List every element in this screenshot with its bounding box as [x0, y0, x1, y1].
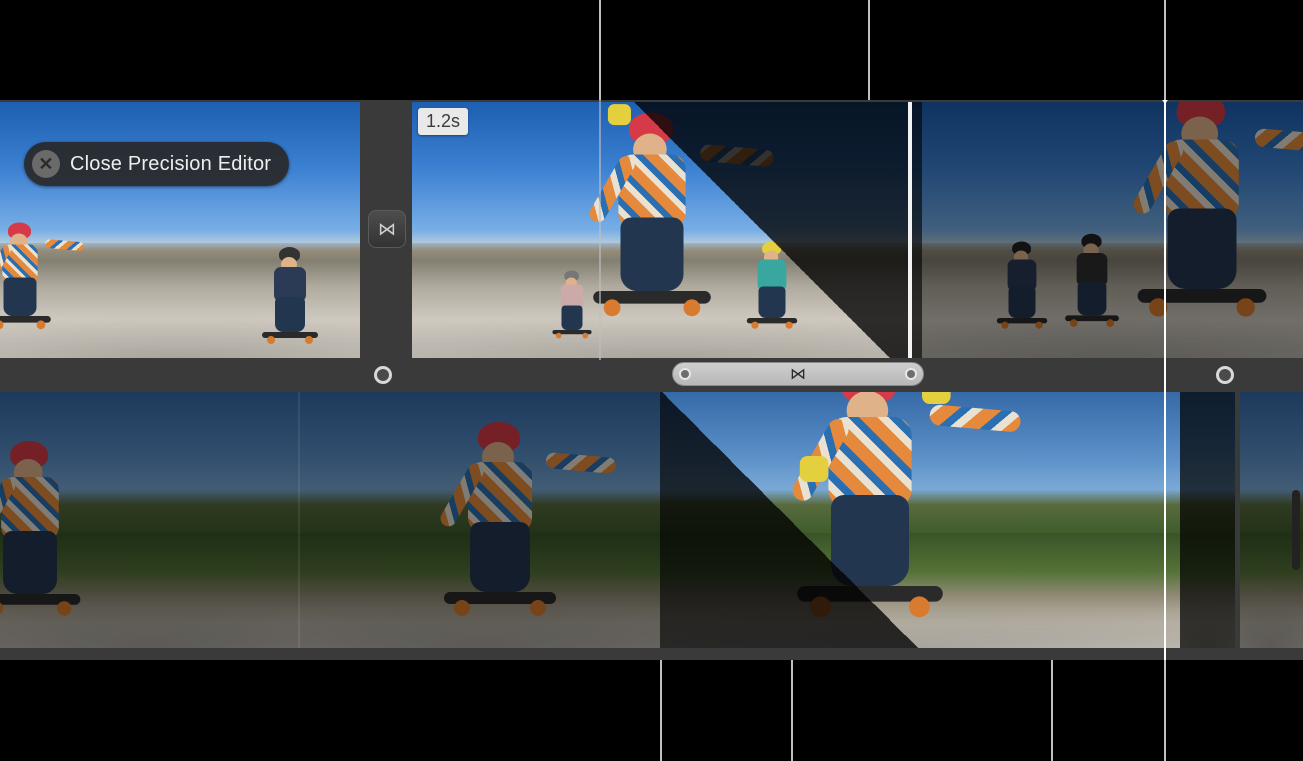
- close-icon: ✕: [32, 150, 60, 178]
- callout-leader: [599, 100, 601, 360]
- figure-skater: [551, 271, 593, 334]
- callout-leader: [1164, 660, 1166, 761]
- figure-skater: [589, 113, 715, 302]
- figure-skater: [1133, 102, 1271, 301]
- figure-skater: [792, 392, 948, 599]
- bowtie-icon: ⋈: [378, 219, 396, 240]
- incoming-clip-row: [0, 390, 1303, 650]
- precision-editor-strip: ✕ Close Precision Editor ⋈: [0, 100, 1303, 660]
- figure-skater: [440, 422, 560, 602]
- figure-skater: [1063, 234, 1121, 320]
- transition-right-handle[interactable]: [905, 368, 917, 380]
- incoming-clip-e2[interactable]: [1180, 392, 1235, 648]
- playhead-line: [1164, 100, 1166, 660]
- transition-left-handle[interactable]: [679, 368, 691, 380]
- callout-leader: [660, 660, 662, 761]
- callout-leader: [1164, 0, 1166, 100]
- transition-rail: ⋈: [0, 360, 1303, 390]
- incoming-clip-d1[interactable]: [0, 392, 300, 648]
- close-button-label: Close Precision Editor: [70, 153, 271, 176]
- outgoing-clip-row: ✕ Close Precision Editor ⋈: [0, 100, 1303, 360]
- figure-skater: [0, 223, 53, 322]
- clip-duration-badge: 1.2s: [418, 108, 468, 135]
- outgoing-clip-b[interactable]: 1.2s: [412, 102, 922, 358]
- transition-chip[interactable]: ⋈: [368, 210, 406, 248]
- figure-skater: [745, 242, 799, 323]
- incoming-clip-d2[interactable]: [300, 392, 660, 648]
- precision-editor-stage: ✕ Close Precision Editor ⋈: [0, 0, 1303, 761]
- incoming-clip-e[interactable]: [660, 392, 1180, 648]
- transition-handle-bar[interactable]: ⋈: [672, 362, 924, 386]
- outgoing-clip-c[interactable]: [922, 102, 1303, 358]
- callout-leader: [1051, 660, 1053, 761]
- callout-leader: [868, 0, 870, 100]
- figure-skater: [995, 242, 1049, 323]
- playhead[interactable]: [1164, 100, 1166, 660]
- callout-leader: [599, 0, 601, 100]
- vertical-scroll-thumb[interactable]: [1292, 490, 1300, 570]
- clip-end-marker[interactable]: [374, 366, 392, 384]
- outgoing-clip-a[interactable]: ✕ Close Precision Editor: [0, 102, 360, 358]
- callout-leader: [791, 660, 793, 761]
- close-precision-editor-button[interactable]: ✕ Close Precision Editor: [24, 142, 289, 186]
- clip-thumbnail: [1180, 392, 1235, 648]
- figure-skater: [0, 441, 84, 603]
- clip-end-edge[interactable]: [908, 102, 912, 358]
- clip-end-marker[interactable]: [1216, 366, 1234, 384]
- bowtie-icon: ⋈: [790, 364, 806, 384]
- figure-skater: [260, 247, 320, 337]
